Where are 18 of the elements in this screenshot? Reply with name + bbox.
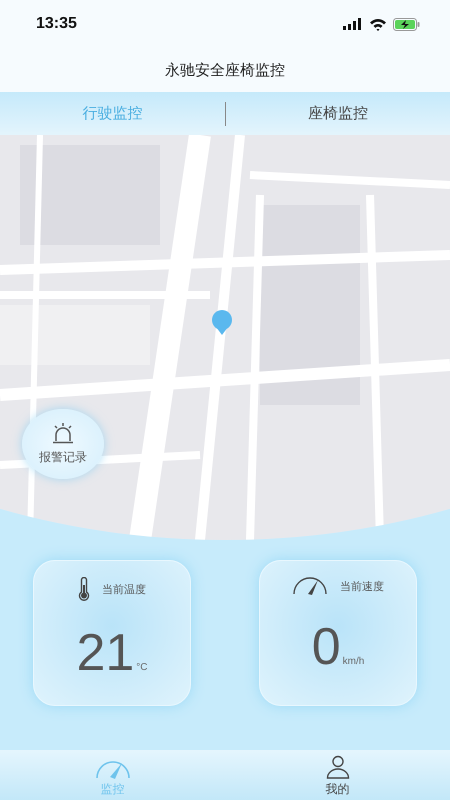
- battery-charging-icon: [393, 18, 420, 30]
- signal-icon: [343, 18, 363, 30]
- page-title: 永驰安全座椅监控: [164, 60, 286, 80]
- alarm-light-icon: [50, 422, 76, 444]
- metric-unit: km/h: [342, 656, 364, 667]
- metric-label: 当前速度: [340, 578, 384, 594]
- thermometer-icon: [78, 577, 90, 601]
- wifi-icon: [369, 18, 387, 30]
- metric-value: 21: [76, 627, 134, 679]
- metric-label: 当前温度: [102, 582, 146, 596]
- speedometer-icon: [94, 759, 130, 779]
- speedometer-icon: [292, 577, 328, 595]
- metric-value: 0: [312, 621, 341, 673]
- status-time: 13:35: [36, 15, 77, 33]
- person-icon: [326, 755, 350, 779]
- nav-item[interactable]: 我的: [225, 750, 450, 800]
- metric-unit: °C: [136, 662, 148, 673]
- tab[interactable]: 座椅监控: [226, 92, 450, 135]
